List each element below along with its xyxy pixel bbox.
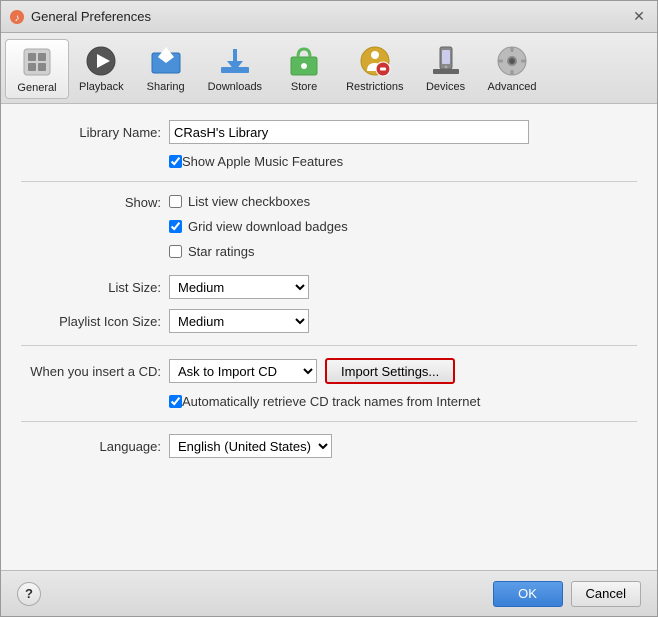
library-name-input[interactable] — [169, 120, 529, 144]
playlist-icon-size-row: Playlist Icon Size: Small Medium Large — [21, 309, 637, 333]
advanced-icon — [494, 43, 530, 79]
tab-general-label: General — [17, 82, 56, 94]
tab-general[interactable]: General — [5, 39, 69, 99]
tab-restrictions[interactable]: Restrictions — [336, 39, 413, 99]
cd-insert-select[interactable]: Ask to Import CD Import CD Import CD and… — [169, 359, 317, 383]
list-view-checkbox[interactable] — [169, 195, 182, 208]
show-label: Show: — [21, 194, 161, 210]
list-view-label: List view checkboxes — [188, 194, 310, 209]
library-name-label: Library Name: — [21, 125, 161, 140]
store-icon — [286, 43, 322, 79]
bottom-right: OK Cancel — [493, 581, 641, 607]
auto-retrieve-label: Automatically retrieve CD track names fr… — [182, 394, 480, 409]
apple-music-row: Show Apple Music Features — [169, 154, 637, 169]
tab-downloads[interactable]: Downloads — [198, 39, 272, 99]
list-size-select[interactable]: Small Medium Large — [169, 275, 309, 299]
import-settings-button[interactable]: Import Settings... — [325, 358, 455, 384]
tab-store-label: Store — [291, 81, 317, 93]
language-row: Language: English (United States) — [21, 434, 637, 458]
cd-insert-label: When you insert a CD: — [21, 364, 161, 379]
window-title: General Preferences — [31, 9, 629, 24]
auto-retrieve-row: Automatically retrieve CD track names fr… — [169, 394, 637, 409]
bottom-bar: ? OK Cancel — [1, 570, 657, 616]
list-size-row: List Size: Small Medium Large — [21, 275, 637, 299]
tab-playback-label: Playback — [79, 81, 124, 93]
tab-devices[interactable]: Devices — [414, 39, 478, 99]
list-size-label: List Size: — [21, 280, 161, 295]
toolbar: General Playback Sharing — [1, 33, 657, 104]
divider-1 — [21, 181, 637, 182]
ok-button[interactable]: OK — [493, 581, 563, 607]
restrictions-icon — [357, 43, 393, 79]
sharing-icon — [148, 43, 184, 79]
app-icon: ♪ — [9, 9, 25, 25]
library-name-row: Library Name: — [21, 120, 637, 144]
downloads-icon — [217, 43, 253, 79]
help-button[interactable]: ? — [17, 582, 41, 606]
playlist-icon-size-label: Playlist Icon Size: — [21, 314, 161, 329]
playlist-icon-size-select[interactable]: Small Medium Large — [169, 309, 309, 333]
auto-retrieve-checkbox[interactable] — [169, 395, 182, 408]
devices-icon — [428, 43, 464, 79]
title-bar: ♪ General Preferences ✕ — [1, 1, 657, 33]
language-label: Language: — [21, 439, 161, 454]
show-option-1: Grid view download badges — [169, 219, 348, 234]
content-area: Library Name: Show Apple Music Features … — [1, 104, 657, 570]
general-icon — [19, 44, 55, 80]
show-group: Show: List view checkboxes Grid view dow… — [21, 194, 637, 265]
divider-3 — [21, 421, 637, 422]
svg-text:♪: ♪ — [15, 13, 20, 24]
show-option-2: Star ratings — [169, 244, 348, 259]
tab-store[interactable]: Store — [272, 39, 336, 99]
language-select[interactable]: English (United States) — [169, 434, 332, 458]
show-option-0: List view checkboxes — [169, 194, 348, 209]
tab-downloads-label: Downloads — [208, 81, 262, 93]
tab-restrictions-label: Restrictions — [346, 81, 403, 93]
bottom-left: ? — [17, 582, 493, 606]
star-ratings-checkbox[interactable] — [169, 245, 182, 258]
star-ratings-label: Star ratings — [188, 244, 254, 259]
tab-advanced-label: Advanced — [488, 81, 537, 93]
cd-insert-row: When you insert a CD: Ask to Import CD I… — [21, 358, 637, 384]
playback-icon — [83, 43, 119, 79]
apple-music-checkbox[interactable] — [169, 155, 182, 168]
general-preferences-window: ♪ General Preferences ✕ General — [0, 0, 658, 617]
divider-2 — [21, 345, 637, 346]
cancel-button[interactable]: Cancel — [571, 581, 641, 607]
tab-sharing-label: Sharing — [147, 81, 185, 93]
show-options: List view checkboxes Grid view download … — [169, 194, 348, 265]
grid-view-label: Grid view download badges — [188, 219, 348, 234]
close-button[interactable]: ✕ — [629, 7, 649, 27]
tab-devices-label: Devices — [426, 81, 465, 93]
apple-music-label: Show Apple Music Features — [182, 154, 343, 169]
tab-advanced[interactable]: Advanced — [478, 39, 547, 99]
tab-playback[interactable]: Playback — [69, 39, 134, 99]
tab-sharing[interactable]: Sharing — [134, 39, 198, 99]
grid-view-checkbox[interactable] — [169, 220, 182, 233]
